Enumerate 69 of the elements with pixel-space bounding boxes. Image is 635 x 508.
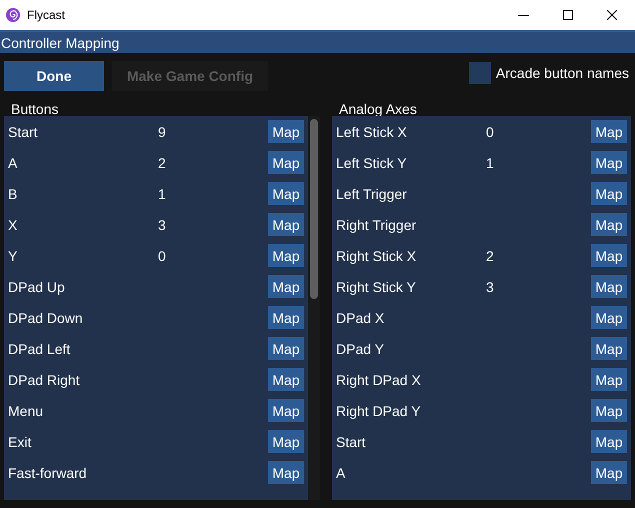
map-button[interactable]: Map bbox=[591, 337, 627, 360]
spiral-logo-icon bbox=[6, 8, 20, 22]
input-name: DPad Left bbox=[7, 340, 72, 357]
done-button[interactable]: Done bbox=[4, 61, 104, 91]
map-button[interactable]: Map bbox=[591, 275, 627, 298]
input-name: Left Stick X bbox=[335, 123, 408, 140]
input-name: Right DPad X bbox=[335, 371, 422, 388]
map-button[interactable]: Map bbox=[268, 430, 304, 453]
input-name: Menu bbox=[7, 402, 44, 419]
input-name: X bbox=[7, 216, 18, 233]
map-button[interactable]: Map bbox=[268, 151, 304, 174]
input-name: DPad Up bbox=[7, 278, 66, 295]
map-button[interactable]: Map bbox=[268, 306, 304, 329]
map-button[interactable]: Map bbox=[268, 244, 304, 267]
input-name: DPad Right bbox=[7, 371, 81, 388]
map-button[interactable]: Map bbox=[268, 120, 304, 143]
input-name: Y bbox=[7, 247, 18, 264]
scrollbar[interactable] bbox=[308, 116, 320, 500]
map-button[interactable]: Map bbox=[591, 306, 627, 329]
map-button[interactable]: Map bbox=[591, 430, 627, 453]
input-name: DPad Y bbox=[335, 340, 385, 357]
input-name: DPad Down bbox=[7, 309, 84, 326]
map-button[interactable]: Map bbox=[591, 151, 627, 174]
mapped-code: 3 bbox=[486, 279, 494, 295]
input-name: Right Stick Y bbox=[335, 278, 417, 295]
input-name: A bbox=[7, 154, 18, 171]
mapped-code: 2 bbox=[158, 155, 166, 171]
map-button[interactable]: Map bbox=[591, 368, 627, 391]
input-name: A bbox=[335, 464, 346, 481]
minimize-icon[interactable] bbox=[518, 14, 529, 16]
input-name: Right Stick X bbox=[335, 247, 418, 264]
map-button[interactable]: Map bbox=[268, 368, 304, 391]
map-button[interactable]: Map bbox=[268, 182, 304, 205]
input-name: Start bbox=[335, 433, 367, 450]
map-button[interactable]: Map bbox=[268, 337, 304, 360]
mapped-code: 2 bbox=[486, 248, 494, 264]
section-heading: Buttons bbox=[10, 100, 60, 114]
input-name: Right DPad Y bbox=[335, 402, 422, 419]
input-name: Left Stick Y bbox=[335, 154, 408, 171]
mapped-code: 1 bbox=[158, 186, 166, 202]
checkbox[interactable] bbox=[468, 62, 491, 84]
mapped-code: 0 bbox=[158, 248, 166, 264]
section-heading: Analog Axes bbox=[338, 100, 418, 114]
map-button[interactable]: Map bbox=[591, 399, 627, 422]
close-icon[interactable] bbox=[607, 10, 617, 20]
input-name: Right Trigger bbox=[335, 216, 418, 233]
mapped-code: 0 bbox=[486, 124, 494, 140]
mapped-code: 3 bbox=[158, 217, 166, 233]
map-button[interactable]: Map bbox=[591, 244, 627, 267]
map-button[interactable]: Map bbox=[591, 213, 627, 236]
input-name: Start bbox=[7, 123, 39, 140]
input-name: Exit bbox=[7, 433, 32, 450]
mapped-code: 9 bbox=[158, 124, 166, 140]
input-name: Left Trigger bbox=[335, 185, 408, 202]
map-button[interactable]: Map bbox=[268, 275, 304, 298]
input-name: DPad X bbox=[335, 309, 386, 326]
input-name: Fast-forward bbox=[7, 464, 88, 481]
window-title: Flycast bbox=[27, 8, 66, 22]
map-button[interactable]: Map bbox=[591, 120, 627, 143]
map-button[interactable]: Map bbox=[268, 399, 304, 422]
map-button[interactable]: Map bbox=[591, 182, 627, 205]
map-button[interactable]: Map bbox=[268, 461, 304, 484]
map-button[interactable]: Map bbox=[591, 461, 627, 484]
maximize-icon[interactable] bbox=[563, 10, 573, 20]
dialog-title: Controller Mapping bbox=[1, 34, 120, 50]
mapped-code: 1 bbox=[486, 155, 494, 171]
input-name: B bbox=[7, 185, 18, 202]
map-button[interactable]: Map bbox=[268, 213, 304, 236]
checkbox-label: Arcade button names bbox=[496, 64, 629, 80]
